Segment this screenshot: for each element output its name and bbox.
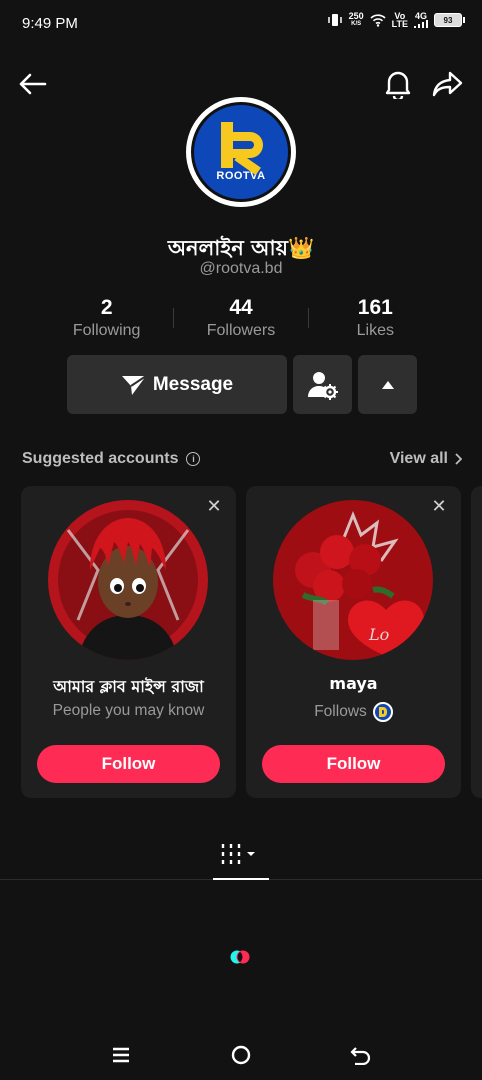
- home-button[interactable]: [228, 1042, 254, 1068]
- suggested-header: Suggested accounts i View all: [22, 448, 462, 470]
- status-bar: 9:49 PM 250 K/S Vo LTE 4G 93: [0, 0, 482, 46]
- collapse-suggestions-button[interactable]: [358, 355, 417, 414]
- stat-followers[interactable]: 44 Followers: [174, 296, 307, 344]
- follow-button[interactable]: Follow: [37, 745, 220, 783]
- return-arrow-icon: [350, 1047, 371, 1065]
- svg-text:Lo: Lo: [368, 625, 389, 644]
- profile-avatar[interactable]: ROOTVA: [186, 97, 296, 207]
- profile-handle: @rootva.bd: [199, 260, 283, 277]
- share-button[interactable]: [432, 68, 464, 100]
- info-icon[interactable]: i: [186, 452, 201, 466]
- volte-indicator: Vo LTE: [391, 11, 408, 29]
- rootva-mini-avatar: [372, 702, 393, 722]
- avatar-logo-text: ROOTVA: [216, 170, 266, 182]
- suggested-title: Suggested accounts i: [22, 450, 201, 468]
- follow-button[interactable]: Follow: [262, 745, 445, 783]
- menu-lines-icon: [113, 1047, 129, 1063]
- stat-likes[interactable]: 161 Likes: [309, 296, 442, 344]
- network-speed: 250 K/S: [348, 11, 364, 28]
- paper-plane-icon: [121, 374, 147, 395]
- add-friend-button[interactable]: [293, 355, 352, 414]
- loading-dots-icon: [230, 950, 250, 964]
- status-icons: 250 K/S Vo LTE 4G 93: [327, 11, 465, 29]
- home-circle-icon: [231, 1045, 251, 1065]
- suggested-name: আমার ক্লাব মাইন্স রাজা: [53, 677, 204, 696]
- stat-following[interactable]: 2 Following: [40, 296, 173, 344]
- recent-apps-button[interactable]: [108, 1042, 134, 1068]
- signal-indicator: 4G: [414, 12, 428, 28]
- triangle-up-icon: [381, 380, 394, 389]
- suggested-card-partial[interactable]: [471, 486, 482, 798]
- wifi-icon: [370, 13, 386, 27]
- anime-character-avatar: [48, 500, 208, 660]
- rootva-logo: ROOTVA: [191, 102, 291, 202]
- system-nav-bar: [0, 1030, 482, 1080]
- loading-indicator: [229, 949, 251, 965]
- signal-icon: [414, 20, 428, 28]
- content-tab-bar: [0, 832, 482, 880]
- suggested-avatar-roses[interactable]: Lo: [273, 500, 433, 660]
- suggested-subtitle: People you may know: [52, 702, 205, 719]
- stat-label: Followers: [206, 322, 276, 339]
- chevron-right-icon: [455, 453, 462, 465]
- rootva-logo-mark: [215, 122, 267, 176]
- message-button[interactable]: Message: [67, 355, 287, 414]
- person-gear-icon: [307, 371, 338, 400]
- system-back-button[interactable]: [348, 1042, 374, 1068]
- tab-videos[interactable]: [213, 838, 269, 880]
- grid-icon: [221, 844, 255, 864]
- suggested-name: maya: [329, 674, 378, 693]
- notifications-button[interactable]: [382, 68, 414, 100]
- vibrate-icon: [327, 14, 342, 26]
- stat-label: Following: [72, 322, 141, 339]
- profile-actions: Message: [67, 355, 417, 414]
- suggested-cards: ✕ আমার ক্লাব মাইন্স রাজা People you may …: [21, 486, 482, 798]
- stat-label: Likes: [356, 322, 394, 339]
- suggested-subtitle: Follows: [246, 702, 461, 722]
- share-arrow-icon: [432, 71, 463, 97]
- view-all-link[interactable]: View all: [390, 450, 462, 468]
- battery-indicator: 93: [434, 13, 465, 27]
- stat-value: 44: [229, 296, 253, 319]
- close-icon[interactable]: ✕: [429, 496, 449, 516]
- roses-avatar: Lo: [273, 500, 433, 660]
- suggested-avatar-anime[interactable]: [48, 500, 208, 660]
- arrow-left-icon: [19, 73, 47, 95]
- status-time: 9:49 PM: [22, 15, 78, 32]
- back-button[interactable]: [16, 68, 48, 100]
- profile-stats: 2 Following 44 Followers 161 Likes: [40, 296, 442, 344]
- suggested-card[interactable]: ✕ Lo maya Follows Follow: [246, 486, 461, 798]
- message-button-label: Message: [152, 373, 234, 395]
- close-icon[interactable]: ✕: [204, 496, 224, 516]
- stat-value: 2: [100, 296, 113, 319]
- stat-value: 161: [357, 296, 393, 319]
- suggested-card[interactable]: ✕ আমার ক্লাব মাইন্স রাজা People you may …: [21, 486, 236, 798]
- bell-icon: [385, 71, 411, 99]
